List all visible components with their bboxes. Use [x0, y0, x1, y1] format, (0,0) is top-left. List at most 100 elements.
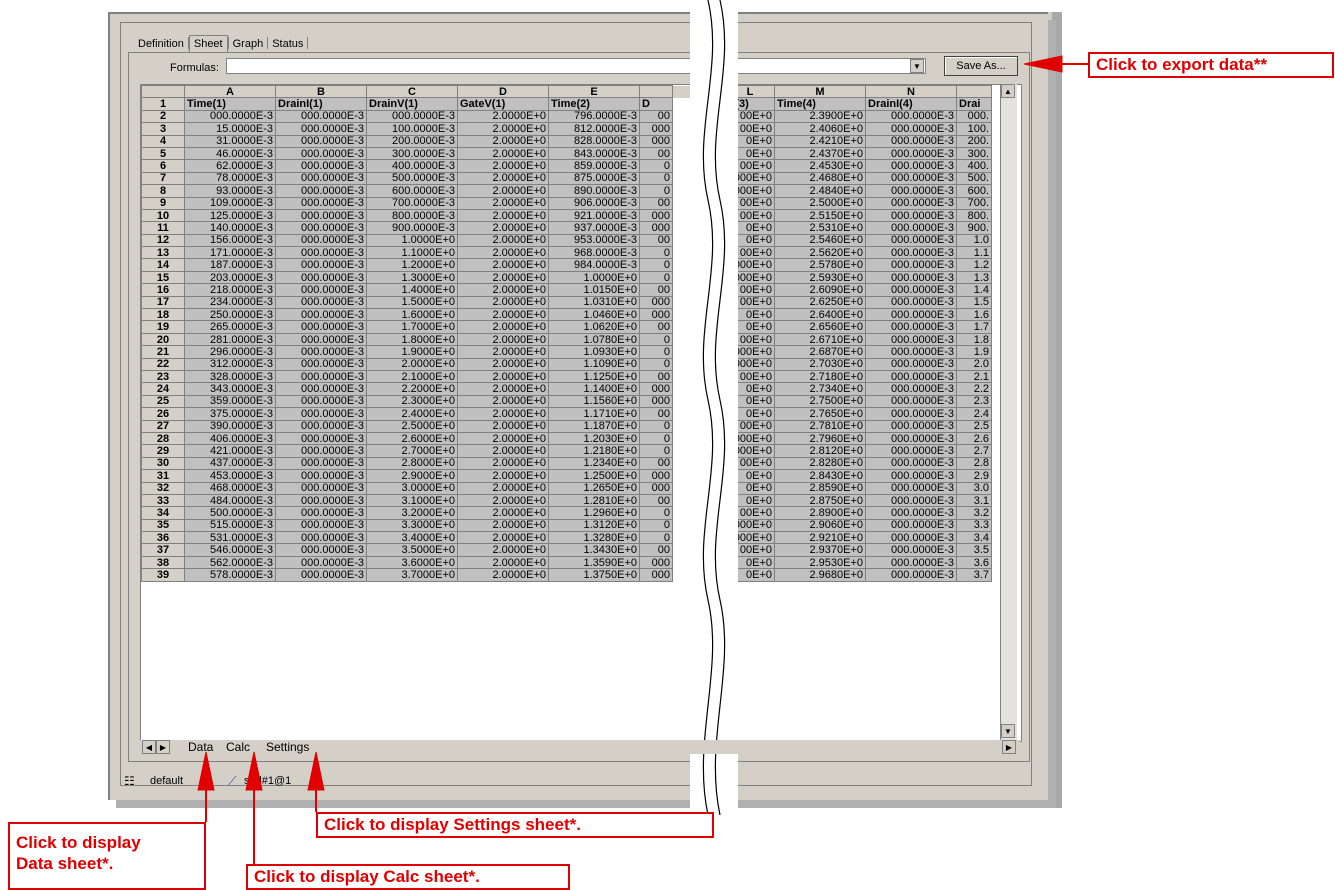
- data-cell[interactable]: 296.0000E-3: [184, 345, 276, 359]
- data-cell[interactable]: 2.7810E+0: [774, 419, 866, 433]
- data-cell[interactable]: 000.0000E-3: [865, 171, 957, 186]
- data-cell[interactable]: 2.9210E+0: [774, 531, 866, 545]
- data-cell[interactable]: 375.0000E-3: [184, 407, 276, 421]
- data-cell[interactable]: 1.5000E+0: [366, 295, 458, 310]
- data-cell[interactable]: 3.2000E+0: [366, 506, 458, 520]
- row-header[interactable]: 24: [141, 382, 185, 396]
- data-cell[interactable]: 000.0000E-3: [275, 518, 367, 533]
- data-cell[interactable]: 000.0000E-3: [275, 407, 367, 421]
- data-cell[interactable]: 2.9060E+0: [774, 518, 866, 533]
- data-cell[interactable]: 2.0000E+0: [457, 171, 549, 186]
- data-cell-partial[interactable]: 3.1: [956, 493, 992, 508]
- data-cell-partial[interactable]: 1.3: [956, 270, 992, 285]
- data-cell[interactable]: 000.0000E-3: [275, 196, 367, 210]
- data-cell[interactable]: 000.0000E-3: [275, 258, 367, 272]
- formula-input[interactable]: [226, 58, 926, 74]
- data-cell-partial[interactable]: 00: [639, 456, 673, 471]
- data-cell[interactable]: 000.0000E-3: [275, 357, 367, 372]
- data-cell[interactable]: 1.1560E+0: [548, 394, 640, 409]
- data-cell[interactable]: 2.0000E+0: [457, 506, 549, 520]
- data-cell[interactable]: 100.0000E-3: [366, 122, 458, 136]
- data-cell-partial[interactable]: 1.5: [956, 295, 992, 310]
- data-cell-partial[interactable]: 600.: [956, 184, 992, 198]
- data-cell-partial[interactable]: 000: [639, 568, 673, 582]
- data-cell[interactable]: 2.0000E+0: [457, 246, 549, 260]
- data-cell-partial[interactable]: 900.: [956, 221, 992, 235]
- data-cell[interactable]: 2.0000E+0: [457, 208, 549, 223]
- row-header[interactable]: 27: [141, 419, 185, 433]
- data-cell-partial[interactable]: 3.6: [956, 555, 992, 570]
- scroll-down-arrow-icon[interactable]: ▼: [1001, 724, 1015, 738]
- row-header[interactable]: 35: [141, 518, 185, 533]
- data-cell-partial[interactable]: 700.: [956, 196, 992, 210]
- data-cell[interactable]: 700.0000E-3: [366, 196, 458, 210]
- row-header[interactable]: 22: [141, 357, 185, 372]
- data-cell[interactable]: 000.0000E-3: [865, 419, 957, 433]
- scroll-left-arrow-icon[interactable]: ◀: [142, 740, 156, 754]
- data-cell[interactable]: 421.0000E-3: [184, 444, 276, 458]
- data-cell[interactable]: 2.0000E+0: [457, 394, 549, 409]
- data-cell[interactable]: 000.0000E-3: [865, 469, 957, 483]
- data-cell[interactable]: 859.0000E-3: [548, 159, 640, 173]
- data-cell[interactable]: 1.3750E+0: [548, 568, 640, 582]
- data-cell[interactable]: 000.0000E-3: [275, 308, 367, 322]
- data-cell[interactable]: 2.0000E+0: [457, 122, 549, 136]
- data-cell[interactable]: 1.3120E+0: [548, 518, 640, 533]
- data-cell[interactable]: 2.8280E+0: [774, 456, 866, 471]
- data-cell[interactable]: 937.0000E-3: [548, 221, 640, 235]
- data-cell[interactable]: 1.2650E+0: [548, 481, 640, 495]
- data-cell[interactable]: 2.0000E+0: [457, 419, 549, 433]
- data-cell[interactable]: 000.0000E-3: [275, 332, 367, 347]
- data-cell[interactable]: 281.0000E-3: [184, 332, 276, 347]
- data-cell[interactable]: 203.0000E-3: [184, 270, 276, 285]
- data-cell-partial[interactable]: 0: [639, 270, 673, 285]
- data-cell-partial[interactable]: 1.2: [956, 258, 992, 272]
- row-header[interactable]: 39: [141, 568, 185, 582]
- save-as-button[interactable]: Save As...: [944, 56, 1018, 76]
- sheet-tab-data[interactable]: Data: [188, 740, 213, 754]
- row-header[interactable]: 6: [141, 159, 185, 173]
- data-cell[interactable]: 000.0000E-3: [865, 233, 957, 248]
- data-cell[interactable]: 531.0000E-3: [184, 531, 276, 545]
- data-cell[interactable]: 000.0000E-3: [865, 184, 957, 198]
- data-cell[interactable]: 78.0000E-3: [184, 171, 276, 186]
- data-cell-partial[interactable]: 2.4: [956, 407, 992, 421]
- data-cell[interactable]: 218.0000E-3: [184, 283, 276, 297]
- data-cell-partial[interactable]: 00: [639, 543, 673, 557]
- data-cell[interactable]: 2.4530E+0: [774, 159, 866, 173]
- data-cell[interactable]: 453.0000E-3: [184, 469, 276, 483]
- data-cell-partial[interactable]: 100.: [956, 122, 992, 136]
- data-cell[interactable]: 1.3590E+0: [548, 555, 640, 570]
- row-header[interactable]: 10: [141, 208, 185, 223]
- sheet-tab-settings[interactable]: Settings: [266, 740, 309, 754]
- data-cell[interactable]: 000.0000E-3: [275, 295, 367, 310]
- data-cell[interactable]: 000.0000E-3: [275, 159, 367, 173]
- data-cell[interactable]: 1.3000E+0: [366, 270, 458, 285]
- row-header[interactable]: 32: [141, 481, 185, 495]
- data-cell[interactable]: 2.4680E+0: [774, 171, 866, 186]
- data-cell[interactable]: 1.2960E+0: [548, 506, 640, 520]
- data-cell[interactable]: 46.0000E-3: [184, 146, 276, 161]
- data-cell-partial[interactable]: 0: [639, 357, 673, 372]
- corner-cell[interactable]: [141, 85, 185, 99]
- data-cell[interactable]: 600.0000E-3: [366, 184, 458, 198]
- data-cell[interactable]: 3.6000E+0: [366, 555, 458, 570]
- data-cell-partial[interactable]: 0: [639, 419, 673, 433]
- data-cell[interactable]: 109.0000E-3: [184, 196, 276, 210]
- data-cell[interactable]: 2.4000E+0: [366, 407, 458, 421]
- data-cell[interactable]: 2.0000E+0: [457, 134, 549, 148]
- row-header[interactable]: 28: [141, 431, 185, 446]
- data-cell[interactable]: 000.0000E-3: [184, 109, 276, 124]
- data-cell[interactable]: 2.3900E+0: [774, 109, 866, 124]
- data-cell[interactable]: 1.1090E+0: [548, 357, 640, 372]
- data-cell[interactable]: 1.8000E+0: [366, 332, 458, 347]
- data-cell[interactable]: 1.1870E+0: [548, 419, 640, 433]
- data-cell-partial[interactable]: 000: [639, 382, 673, 396]
- data-cell[interactable]: 2.0000E+0: [457, 146, 549, 161]
- data-cell-partial[interactable]: 2.5: [956, 419, 992, 433]
- data-cell-partial[interactable]: 00: [639, 493, 673, 508]
- data-cell[interactable]: 2.7650E+0: [774, 407, 866, 421]
- data-cell[interactable]: 31.0000E-3: [184, 134, 276, 148]
- data-cell[interactable]: 000.0000E-3: [275, 171, 367, 186]
- data-cell[interactable]: 1.1710E+0: [548, 407, 640, 421]
